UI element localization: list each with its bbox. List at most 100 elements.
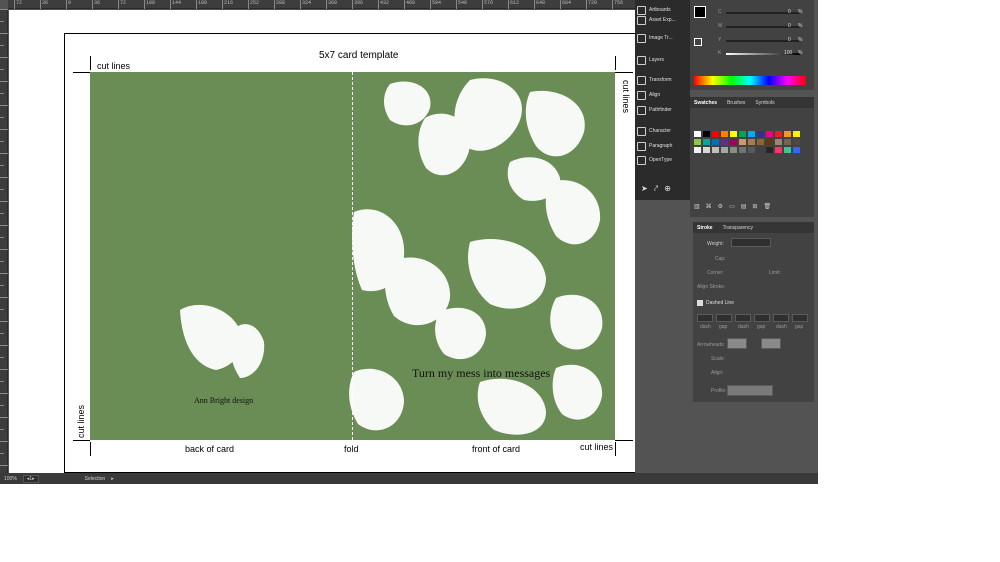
dash-gap-input[interactable]	[697, 314, 713, 322]
swatch[interactable]	[766, 139, 773, 145]
cut-mark	[73, 440, 90, 441]
ruler-label: 720	[588, 0, 598, 6]
swatch[interactable]	[730, 147, 737, 153]
swatch[interactable]	[739, 139, 746, 145]
yellow-value[interactable]: 0	[788, 37, 791, 43]
swatch[interactable]	[694, 147, 701, 153]
arrowhead-end[interactable]	[761, 338, 781, 349]
current-tool[interactable]: Selection	[85, 476, 106, 482]
weight-label: Weight:	[707, 241, 724, 247]
swatch[interactable]	[784, 131, 791, 137]
swatch[interactable]	[793, 139, 800, 145]
chevron-right-icon[interactable]: ▸	[111, 476, 114, 482]
tab-swatches[interactable]: Swatches	[694, 100, 717, 106]
dash-gap-input[interactable]	[716, 314, 732, 322]
dash-gap-input[interactable]	[754, 314, 770, 322]
tab-brushes[interactable]: Brushes	[727, 100, 745, 106]
document-canvas[interactable]: 5x7 card template cut lines cut lines cu…	[9, 10, 635, 473]
kind-icon[interactable]: ⌘	[706, 203, 712, 210]
ruler-label: 504	[432, 0, 442, 6]
swatch[interactable]	[775, 139, 782, 145]
panel-pathfinder[interactable]: Pathfinder	[637, 100, 689, 120]
arrowhead-start[interactable]	[727, 338, 747, 349]
panel-asset-export[interactable]: Asset Exp...	[637, 10, 689, 30]
horizontal-ruler[interactable]: 72 36 0 36 72 108 144 180 216 252 288 324 360 396 432 4…	[8, 0, 635, 9]
folder-icon[interactable]: ▤	[741, 203, 747, 210]
card-artwork[interactable]: Ann Bright design Turn my mess into mess…	[90, 72, 615, 440]
leaf-icon	[552, 364, 603, 420]
group-icon[interactable]: ▭	[729, 203, 735, 210]
swatch[interactable]	[703, 147, 710, 153]
swatch[interactable]	[694, 131, 701, 137]
cut-lines-top-label: cut lines	[97, 61, 131, 71]
artboard-navigator[interactable]: ◂ 1 ▸	[22, 474, 39, 483]
zoom-level[interactable]: 100%	[4, 476, 17, 482]
swatch[interactable]	[730, 139, 737, 145]
swatch[interactable]	[757, 131, 764, 137]
stroke-swatch[interactable]	[694, 38, 702, 46]
swatch[interactable]	[748, 131, 755, 137]
swatch[interactable]	[712, 131, 719, 137]
swatch[interactable]	[766, 131, 773, 137]
ruler-label: 0	[68, 0, 72, 6]
dash-gap-input[interactable]	[735, 314, 751, 322]
profile-select[interactable]	[727, 385, 773, 396]
swatch[interactable]	[793, 131, 800, 137]
panel-opentype[interactable]: OpenType	[637, 150, 689, 170]
swatch[interactable]	[712, 147, 719, 153]
tab-symbols[interactable]: Symbols	[755, 100, 774, 106]
swatch[interactable]	[784, 147, 791, 153]
swatch[interactable]	[748, 147, 755, 153]
swatch[interactable]	[793, 147, 800, 153]
options-icon[interactable]: ⚙	[718, 203, 723, 210]
swatch[interactable]	[739, 147, 746, 153]
cyan-value[interactable]: 0	[788, 9, 791, 15]
swatch[interactable]	[703, 131, 710, 137]
black-value[interactable]: 100	[784, 50, 792, 56]
ruler-tick	[612, 0, 613, 9]
swatch[interactable]	[703, 139, 710, 145]
swatch[interactable]	[721, 131, 728, 137]
tab-transparency[interactable]: Transparency	[723, 225, 753, 231]
swatch[interactable]	[730, 131, 737, 137]
stroke-panel: Stroke Transparency Weight: Cap: Corner:…	[693, 222, 814, 402]
weight-input[interactable]	[731, 238, 771, 247]
library-icon[interactable]: ▥	[694, 203, 700, 210]
vertical-ruler[interactable]	[0, 9, 8, 478]
panel-layers[interactable]: Layers	[637, 50, 689, 70]
selection-arrow-icon[interactable]: ➤	[641, 184, 648, 194]
swatch[interactable]	[775, 131, 782, 137]
direct-selection-icon[interactable]: ⤤	[654, 184, 659, 194]
swatch[interactable]	[748, 139, 755, 145]
ruler-tick	[0, 165, 4, 166]
tab-stroke[interactable]: Stroke	[697, 225, 713, 231]
swatch[interactable]	[757, 147, 764, 153]
panel-image-trace[interactable]: Image Tr...	[637, 28, 689, 48]
swatch[interactable]	[694, 139, 701, 145]
magenta-value[interactable]: 0	[788, 23, 791, 29]
swatch[interactable]	[766, 147, 773, 153]
swatch[interactable]	[721, 147, 728, 153]
group-selection-icon[interactable]: ⊕	[664, 184, 671, 194]
swatch[interactable]	[784, 139, 791, 145]
dash-gap-input[interactable]	[773, 314, 789, 322]
swatch[interactable]	[757, 139, 764, 145]
dash-gap-input[interactable]	[792, 314, 808, 322]
ruler-label: 612	[510, 0, 520, 6]
trash-icon[interactable]: 🗑	[763, 203, 771, 210]
ruler-tick	[196, 0, 197, 9]
swatch[interactable]	[739, 131, 746, 137]
color-spectrum[interactable]	[694, 76, 806, 85]
swatch[interactable]	[721, 139, 728, 145]
dashed-line-checkbox[interactable]	[697, 300, 703, 306]
ruler-tick	[0, 117, 4, 118]
ruler-label: 360	[328, 0, 338, 6]
ruler-tick	[0, 393, 8, 394]
swatch[interactable]	[775, 147, 782, 153]
swatch[interactable]	[712, 139, 719, 145]
front-of-card-label: front of card	[472, 444, 521, 454]
fill-swatch[interactable]	[694, 6, 706, 18]
new-swatch-icon[interactable]: ⊞	[752, 203, 757, 210]
illustrator-window: 72 36 0 36 72 108 144 180 216 252 288 324 360 396 432 4…	[0, 0, 818, 484]
ruler-tick	[0, 153, 8, 154]
